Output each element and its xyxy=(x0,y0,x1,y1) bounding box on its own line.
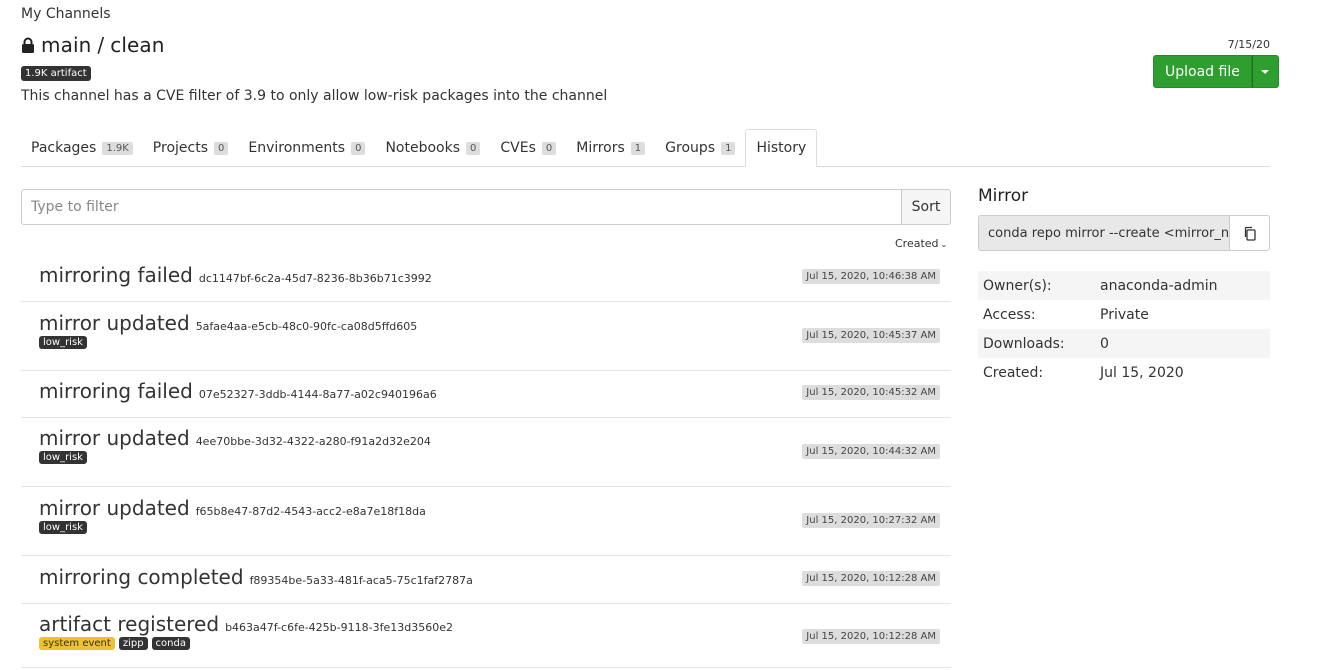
history-timestamp: Jul 15, 2020, 10:46:38 AM xyxy=(802,269,940,284)
chevron-down-icon: ⌄ xyxy=(940,240,948,249)
tab-history[interactable]: History xyxy=(745,129,818,167)
history-event-title: mirroring completed xyxy=(39,565,244,589)
filter-input[interactable] xyxy=(21,189,902,225)
tab-label: Environments xyxy=(248,140,346,156)
history-event-title: mirror updated xyxy=(39,496,190,520)
history-timestamp: Jul 15, 2020, 10:45:32 AM xyxy=(802,385,940,400)
mirror-panel-title: Mirror xyxy=(978,186,1029,206)
breadcrumb[interactable]: My Channels xyxy=(21,6,111,22)
history-event-id: f65b8e47-87d2-4543-acc2-e8a7e18f18da xyxy=(195,505,426,518)
history-timestamp: Jul 15, 2020, 10:44:32 AM xyxy=(802,444,940,459)
tab-notebooks[interactable]: Notebooks 0 xyxy=(375,129,490,167)
history-row[interactable]: mirror updated f65b8e47-87d2-4543-acc2-e8… xyxy=(21,487,951,556)
tab-label: Projects xyxy=(152,140,208,156)
history-timestamp: Jul 15, 2020, 10:12:28 AM xyxy=(802,571,940,586)
history-row[interactable]: artifact registered b463a47f-c6fe-425b-91… xyxy=(21,604,951,668)
history-row[interactable]: mirroring completed f89354be-5a33-481f-ac… xyxy=(21,556,951,604)
metadata-row: Access: Private xyxy=(978,300,1270,329)
history-event-title: mirroring failed xyxy=(39,379,193,403)
history-list: mirroring failed dc1147bf-6c2a-45d7-8236-… xyxy=(21,254,951,668)
history-row[interactable]: mirror updated 4ee70bbe-3d32-4322-a280-f9… xyxy=(21,418,951,487)
channel-description: This channel has a CVE filter of 3.9 to … xyxy=(21,88,608,104)
history-timestamp: Jul 15, 2020, 10:27:32 AM xyxy=(802,513,940,528)
history-tag: system event xyxy=(39,637,115,650)
metadata-value: anaconda-admin xyxy=(1100,277,1218,294)
tab-count-badge: 0 xyxy=(214,141,229,155)
upload-button-group: Upload file xyxy=(1153,55,1279,88)
created-sort-dropdown[interactable]: Created ⌄ xyxy=(895,237,947,250)
upload-file-button[interactable]: Upload file xyxy=(1153,55,1252,88)
history-event-id: b463a47f-c6fe-425b-9118-3fe13d3560e2 xyxy=(225,621,453,634)
subchannel-name: clean xyxy=(110,33,165,57)
caret-down-icon xyxy=(1261,69,1270,74)
tab-count-badge: 1 xyxy=(630,141,646,155)
copy-button[interactable] xyxy=(1230,215,1270,251)
tab-label: Groups xyxy=(665,140,716,156)
metadata-key: Access: xyxy=(983,306,1036,323)
tab-count-badge: 0 xyxy=(541,141,557,155)
sort-button[interactable]: Sort xyxy=(902,189,951,225)
tab-count-badge: 0 xyxy=(466,141,481,155)
history-tag: low_risk xyxy=(39,336,87,349)
history-event-title: artifact registered xyxy=(39,612,220,636)
tab-bar: Packages 1.9K Projects 0 Environments 0 Notebo… xyxy=(21,129,1270,167)
mirror-panel: Mirror conda repo mirror --create <mirro… xyxy=(978,186,1270,387)
copy-icon xyxy=(1244,226,1256,241)
history-tag: low_risk xyxy=(39,521,87,534)
metadata-value: Jul 15, 2020 xyxy=(1100,364,1184,381)
tab-packages[interactable]: Packages 1.9K xyxy=(21,129,143,167)
history-event-title: mirror updated xyxy=(39,311,190,335)
history-event-id: 4ee70bbe-3d32-4322-a280-f91a2d32e204 xyxy=(195,435,431,448)
history-row[interactable]: mirror updated 5afae4aa-e5cb-48c0-90fc-ca… xyxy=(21,302,951,371)
tab-environments[interactable]: Environments 0 xyxy=(238,129,375,167)
mirror-metadata: Owner(s): anaconda-admin Access: Private Dow… xyxy=(978,271,1270,387)
history-row[interactable]: mirroring failed dc1147bf-6c2a-45d7-8236-… xyxy=(21,254,951,302)
metadata-row: Downloads: 0 xyxy=(978,329,1270,358)
history-timestamp: Jul 15, 2020, 10:12:28 AM xyxy=(802,629,940,644)
created-sort-label: Created xyxy=(895,237,939,250)
history-timestamp: Jul 15, 2020, 10:45:37 AM xyxy=(802,328,940,343)
tab-mirrors[interactable]: Mirrors 1 xyxy=(566,129,655,167)
tab-count-badge: 0 xyxy=(351,141,366,155)
metadata-row: Created: Jul 15, 2020 xyxy=(978,358,1270,387)
tab-label: CVEs xyxy=(500,140,536,156)
channel-name: main xyxy=(41,33,92,57)
metadata-key: Created: xyxy=(983,364,1044,381)
header-date: 7/15/20 xyxy=(1227,38,1270,51)
artifact-count-badge: 1.9K artifact xyxy=(21,66,91,81)
tab-label: Notebooks xyxy=(385,140,460,156)
history-event-id: 5afae4aa-e5cb-48c0-90fc-ca08d5ffd605 xyxy=(195,320,418,333)
history-event-id: 07e52327-3ddb-4144-8a77-a02c940196a6 xyxy=(198,388,437,401)
history-event-id: f89354be-5a33-481f-aca5-75c1faf2787a xyxy=(249,574,473,587)
mirror-command-field[interactable]: conda repo mirror --create <mirror_n xyxy=(978,215,1230,251)
lock-icon xyxy=(22,37,34,53)
upload-dropdown-toggle[interactable] xyxy=(1251,55,1279,88)
tab-label: Mirrors xyxy=(576,140,625,156)
tab-count-badge: 1.9K xyxy=(102,141,133,155)
tab-label: Packages xyxy=(31,140,97,156)
metadata-key: Owner(s): xyxy=(983,277,1052,294)
tab-label: History xyxy=(756,140,807,156)
channel-title: main / clean xyxy=(21,33,165,57)
history-event-id: dc1147bf-6c2a-45d7-8236-8b36b71c3992 xyxy=(198,272,432,285)
filter-bar: Sort xyxy=(21,189,951,225)
metadata-value: 0 xyxy=(1100,335,1109,352)
history-tag: zipp xyxy=(118,637,148,650)
tab-groups[interactable]: Groups 1 xyxy=(655,129,745,167)
metadata-value: Private xyxy=(1100,306,1149,323)
channel-separator: / xyxy=(97,33,105,57)
history-tag: conda xyxy=(151,637,190,650)
history-event-title: mirroring failed xyxy=(39,263,193,287)
tab-count-badge: 1 xyxy=(721,141,736,155)
tab-projects[interactable]: Projects 0 xyxy=(143,129,239,167)
metadata-row: Owner(s): anaconda-admin xyxy=(978,271,1270,300)
metadata-key: Downloads: xyxy=(983,335,1065,352)
history-row[interactable]: mirroring failed 07e52327-3ddb-4144-8a77-… xyxy=(21,371,951,418)
history-tag: low_risk xyxy=(39,451,87,464)
history-event-title: mirror updated xyxy=(39,426,190,450)
tab-cves[interactable]: CVEs 0 xyxy=(490,129,566,167)
